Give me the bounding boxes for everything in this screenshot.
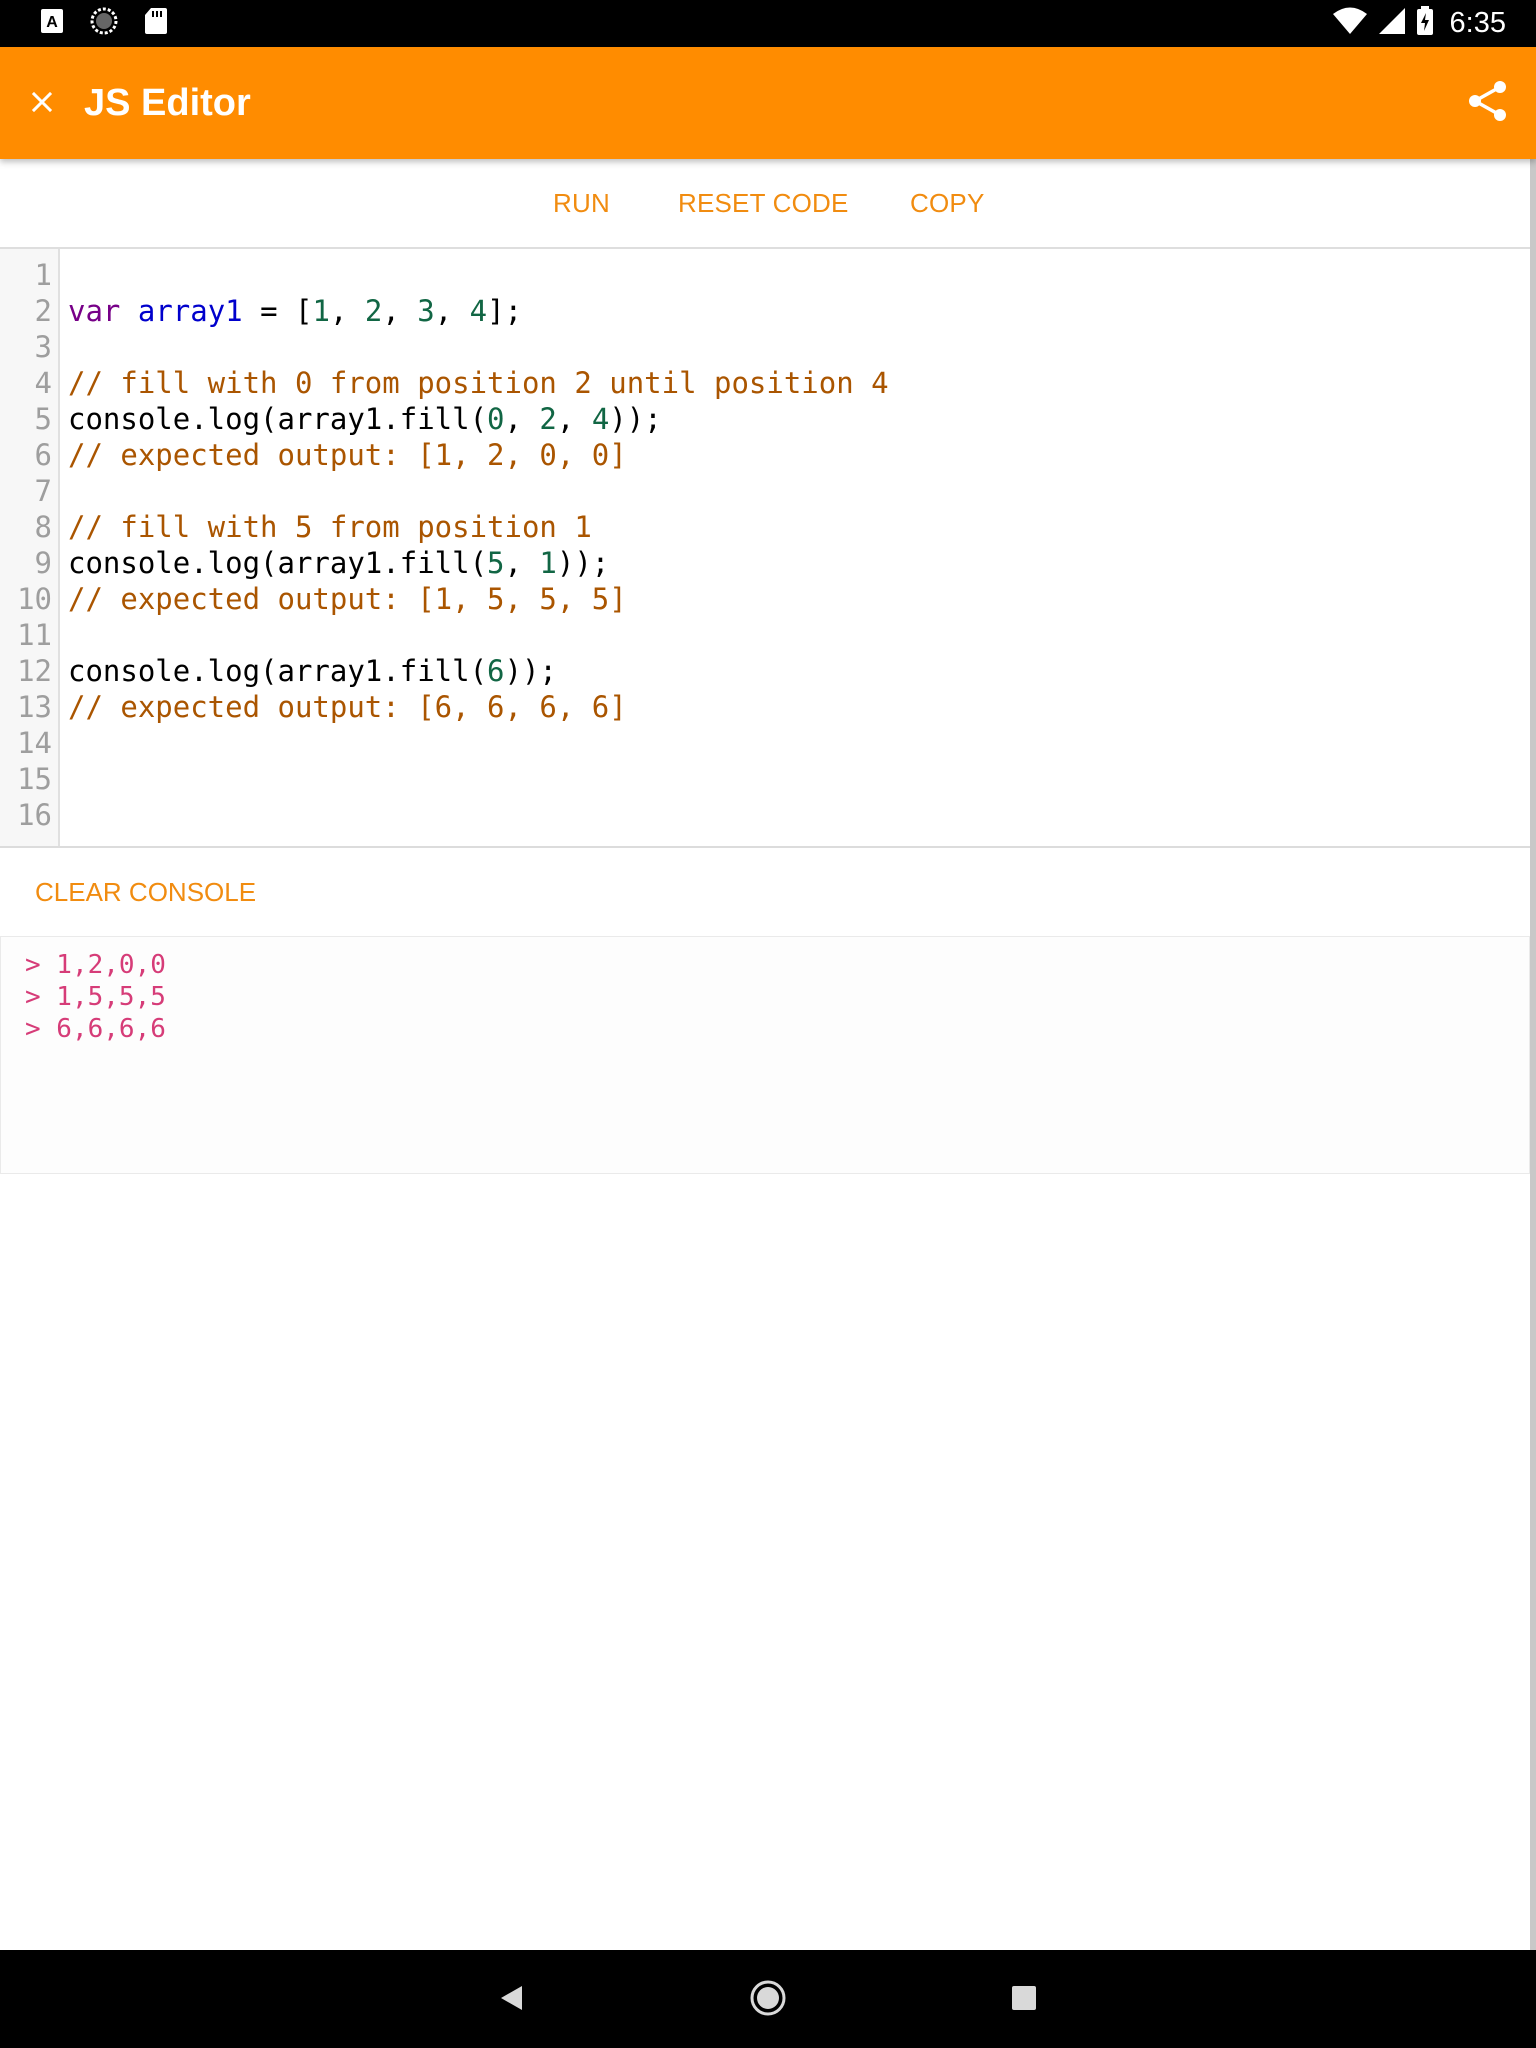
console-line: > 6,6,6,6 — [25, 1014, 166, 1044]
recent-apps-icon — [1011, 1985, 1037, 2016]
code-token: 5 — [487, 546, 505, 580]
line-number: 5 — [34, 402, 52, 436]
run-button[interactable]: RUN — [553, 159, 610, 247]
code-token: , — [504, 546, 540, 580]
code-token: 4 — [591, 402, 610, 436]
code-token: = [ — [242, 294, 313, 328]
line-number: 7 — [34, 474, 52, 508]
console-line: > 1,5,5,5 — [25, 982, 166, 1012]
navigation-bar — [0, 1950, 1536, 2048]
code-token: , — [382, 294, 418, 328]
code-token: console.log(array1.fill( — [68, 402, 488, 436]
status-right-icons: 6:35 — [1332, 5, 1506, 41]
code-token: 2 — [364, 294, 383, 328]
share-icon — [1466, 79, 1510, 128]
page-title: JS Editor — [84, 82, 251, 124]
back-icon — [497, 1983, 527, 2018]
clear-console-button[interactable]: CLEAR CONSOLE — [35, 848, 256, 936]
line-number: 11 — [17, 618, 52, 652]
line-number: 12 — [17, 654, 52, 688]
line-number: 6 — [34, 438, 52, 472]
code-token: array1 — [137, 294, 243, 328]
code-token: var — [68, 294, 121, 328]
recent-apps-button[interactable] — [998, 1974, 1050, 2026]
back-button[interactable] — [486, 1974, 538, 2026]
code-token: // expected output: [6, 6, 6, 6] — [68, 690, 627, 724]
share-button[interactable] — [1460, 75, 1516, 131]
code-token: 2 — [539, 402, 557, 436]
home-button[interactable] — [742, 1974, 794, 2026]
line-number: 3 — [34, 330, 52, 364]
code-token: console.log(array1.fill( — [68, 546, 488, 580]
home-icon — [749, 1979, 787, 2022]
code-token: )); — [556, 546, 610, 580]
battery-charging-icon — [1416, 5, 1434, 41]
wifi-icon — [1332, 7, 1368, 40]
code-token: , — [434, 294, 470, 328]
close-button[interactable] — [10, 72, 74, 136]
code-line[interactable]: // fill with 0 from position 2 until pos… — [68, 365, 889, 401]
app-screen: A 6:35 JS Editor RUN RESET CODE COPY 1 2… — [0, 0, 1536, 2048]
code-line[interactable]: // expected output: [6, 6, 6, 6] — [68, 689, 627, 725]
console-line: > 1,2,0,0 — [25, 950, 166, 980]
code-token: 4 — [469, 294, 488, 328]
code-token: // expected output: [1, 2, 0, 0] — [68, 438, 627, 472]
sd-card-icon — [144, 7, 168, 40]
line-number: 8 — [34, 510, 52, 544]
code-line[interactable]: console.log(array1.fill(6)); — [68, 653, 557, 689]
scrollbar[interactable] — [1530, 159, 1536, 1950]
line-number: 9 — [34, 546, 52, 580]
line-number: 13 — [17, 690, 52, 724]
app-bar: JS Editor — [0, 47, 1536, 159]
code-token: 3 — [417, 294, 435, 328]
reset-code-button[interactable]: RESET CODE — [678, 159, 849, 247]
text-a-icon: A — [40, 8, 64, 39]
editor-toolbar: RUN RESET CODE COPY — [0, 159, 1530, 249]
code-token: // fill with 5 from position 1 — [68, 510, 592, 544]
console-header: CLEAR CONSOLE — [0, 848, 1530, 936]
line-number: 4 — [34, 366, 52, 400]
line-number-gutter: 1 2 3 4 5 6 7 8 9 10 11 12 13 14 15 16 — [0, 249, 60, 846]
code-token: 6 — [487, 654, 505, 688]
code-token: console.log(array1.fill( — [68, 654, 488, 688]
status-time: 6:35 — [1449, 6, 1506, 39]
code-token: , — [556, 402, 592, 436]
line-number: 14 — [17, 726, 52, 760]
code-token: , — [329, 294, 365, 328]
code-line[interactable]: var array1 = [1, 2, 3, 4]; — [68, 293, 522, 329]
circle-loading-icon — [90, 7, 118, 40]
code-token: )); — [504, 654, 557, 688]
code-token: 1 — [539, 546, 557, 580]
code-token: , — [504, 402, 540, 436]
line-number: 16 — [17, 798, 52, 832]
close-icon — [30, 90, 54, 119]
code-line[interactable]: // expected output: [1, 5, 5, 5] — [68, 581, 627, 617]
code-token: ]; — [487, 294, 523, 328]
code-line[interactable]: console.log(array1.fill(0, 2, 4)); — [68, 401, 662, 437]
code-line[interactable]: // fill with 5 from position 1 — [68, 509, 592, 545]
cell-signal-icon — [1378, 7, 1406, 40]
line-number: 10 — [17, 582, 52, 616]
code-line[interactable]: console.log(array1.fill(5, 1)); — [68, 545, 609, 581]
line-number: 1 — [34, 258, 52, 292]
line-number: 2 — [34, 294, 52, 328]
line-number: 15 — [17, 762, 52, 796]
code-token: // fill with 0 from position 2 until pos… — [68, 366, 889, 400]
code-token: 0 — [487, 402, 505, 436]
code-line[interactable]: // expected output: [1, 2, 0, 0] — [68, 437, 627, 473]
svg-text:A: A — [46, 14, 58, 31]
code-token: )); — [609, 402, 662, 436]
copy-button[interactable]: COPY — [910, 159, 984, 247]
status-left-icons: A — [40, 7, 168, 40]
status-bar: A 6:35 — [0, 0, 1536, 47]
code-editor[interactable]: 1 2 3 4 5 6 7 8 9 10 11 12 13 14 15 16 var array1 = [1,… — [0, 249, 1530, 848]
code-token: 1 — [312, 294, 330, 328]
console-output: > 1,2,0,0 > 1,5,5,5 > 6,6,6,6 — [0, 936, 1530, 1174]
code-token: // expected output: [1, 5, 5, 5] — [68, 582, 627, 616]
